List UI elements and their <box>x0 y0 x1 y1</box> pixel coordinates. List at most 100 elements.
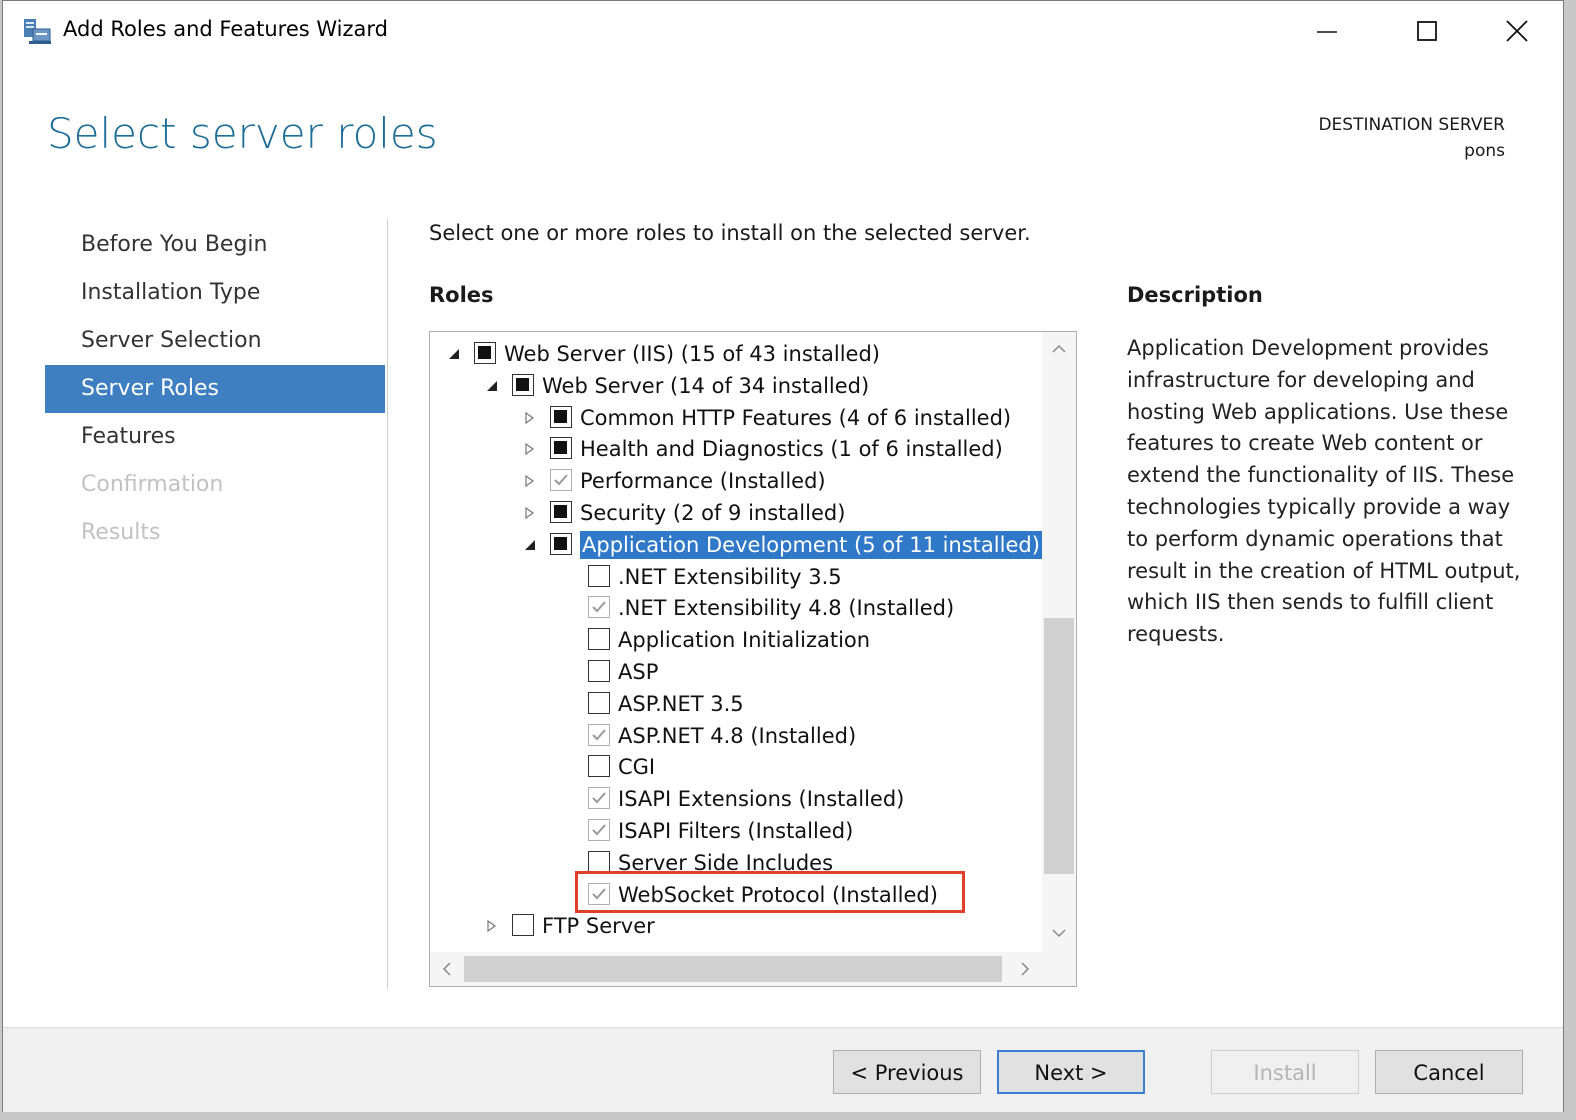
checkbox[interactable] <box>588 596 610 619</box>
destination-server-label: DESTINATION SERVER <box>1318 115 1505 135</box>
expand-arrow-icon[interactable] <box>522 465 538 497</box>
checkbox[interactable] <box>512 914 534 937</box>
tree-row[interactable]: Common HTTP Features (4 of 6 installed) <box>430 402 1050 434</box>
description-text: Application Development provides infrast… <box>1127 336 1521 647</box>
tree-row[interactable]: Web Server (IIS) (15 of 43 installed) <box>430 338 1050 370</box>
tree-row-label[interactable]: ASP.NET 3.5 <box>618 690 744 718</box>
expand-arrow-icon[interactable] <box>522 402 538 434</box>
tree-row-label[interactable]: Security (2 of 9 installed) <box>580 499 845 527</box>
scroll-down-button[interactable] <box>1042 916 1076 950</box>
checkmark-icon <box>592 728 606 741</box>
wizard-nav: Before You Begin Installation Type Server … <box>45 221 385 557</box>
checkbox[interactable] <box>550 501 572 523</box>
vertical-scrollbar[interactable] <box>1042 332 1076 952</box>
nav-divider <box>387 219 388 989</box>
destination-server-value: pons <box>1464 141 1505 161</box>
tree-row-label[interactable]: Health and Diagnostics (1 of 6 installed… <box>580 435 1003 463</box>
tree-row-label[interactable]: Common HTTP Features (4 of 6 installed) <box>580 404 1011 432</box>
scroll-up-button[interactable] <box>1042 332 1076 366</box>
description-label: Description <box>1127 283 1263 307</box>
checkmark-icon <box>592 824 606 836</box>
tree-row[interactable]: Web Server (14 of 34 installed) <box>430 370 1050 402</box>
collapse-arrow-icon[interactable] <box>522 529 538 561</box>
install-button[interactable]: Install <box>1211 1050 1359 1094</box>
scroll-right-button[interactable] <box>1008 952 1042 986</box>
title-bar[interactable]: Add Roles and Features Wizard <box>3 1 1563 63</box>
tree-row-label[interactable]: Web Server (IIS) (15 of 43 installed) <box>504 340 880 368</box>
maximize-button[interactable] <box>1405 9 1449 53</box>
close-icon <box>1506 20 1528 42</box>
tree-row[interactable]: ISAPI Extensions (Installed) <box>430 783 1050 815</box>
checkbox[interactable] <box>588 691 610 714</box>
tree-row-label[interactable]: ISAPI Filters (Installed) <box>618 817 853 845</box>
checkbox[interactable] <box>588 819 610 841</box>
tree-row-label[interactable]: .NET Extensibility 3.5 <box>618 563 842 591</box>
minimize-icon <box>1317 31 1337 33</box>
checkbox[interactable] <box>512 373 534 396</box>
horizontal-scroll-thumb[interactable] <box>464 956 1002 982</box>
nav-item-features[interactable]: Features <box>45 413 385 461</box>
collapse-arrow-icon[interactable] <box>484 370 500 402</box>
tree-row-label[interactable]: Web Server (14 of 34 installed) <box>542 372 869 400</box>
tree-row[interactable]: ASP <box>430 656 1050 688</box>
checkbox[interactable] <box>550 532 572 555</box>
expand-arrow-icon[interactable] <box>522 433 538 465</box>
nav-item-before-you-begin[interactable]: Before You Begin <box>45 221 385 269</box>
chevron-right-icon <box>1021 962 1030 976</box>
checkbox[interactable] <box>588 723 610 746</box>
tree-row-label[interactable]: Application Development (5 of 11 install… <box>580 530 1042 559</box>
minimize-button[interactable] <box>1305 9 1349 53</box>
chevron-left-icon <box>442 962 451 976</box>
cancel-button[interactable]: Cancel <box>1375 1050 1523 1094</box>
tree-row-label[interactable]: CGI <box>618 753 655 781</box>
tree-row-label[interactable]: Application Initialization <box>618 626 870 654</box>
checkmark-icon <box>554 474 568 486</box>
server-manager-icon <box>21 15 53 47</box>
expand-arrow-icon[interactable] <box>484 910 500 942</box>
tree-row[interactable]: .NET Extensibility 3.5 <box>430 561 1050 593</box>
tree-row-label[interactable]: FTP Server <box>542 912 655 940</box>
websocket-highlight-box <box>575 871 965 913</box>
checkbox[interactable] <box>588 628 610 651</box>
tree-row[interactable]: CGI <box>430 751 1050 783</box>
checkbox[interactable] <box>588 660 610 682</box>
checkmark-icon <box>592 601 606 613</box>
tree-row-label[interactable]: Performance (Installed) <box>580 467 826 495</box>
nav-item-server-roles[interactable]: Server Roles <box>45 365 385 413</box>
checkbox[interactable] <box>550 469 572 492</box>
tree-row-label[interactable]: ASP <box>618 658 658 686</box>
checkbox[interactable] <box>550 437 572 460</box>
close-button[interactable] <box>1495 9 1539 53</box>
tree-row[interactable]: ASP.NET 3.5 <box>430 688 1050 720</box>
maximize-icon <box>1417 21 1437 41</box>
chevron-down-icon <box>1052 929 1066 938</box>
checkbox[interactable] <box>550 405 572 428</box>
tree-row[interactable]: Performance (Installed) <box>430 465 1050 497</box>
checkbox[interactable] <box>588 850 610 873</box>
tree-row-label[interactable]: ASP.NET 4.8 (Installed) <box>618 722 856 750</box>
expand-arrow-icon[interactable] <box>522 497 538 529</box>
scroll-left-button[interactable] <box>430 952 464 986</box>
horizontal-scrollbar[interactable] <box>430 952 1076 986</box>
tree-row[interactable]: Application Initialization <box>430 624 1050 656</box>
tree-row[interactable]: .NET Extensibility 4.8 (Installed) <box>430 592 1050 624</box>
vertical-scroll-thumb[interactable] <box>1044 618 1074 874</box>
nav-item-server-selection[interactable]: Server Selection <box>45 317 385 365</box>
tree-row-label[interactable]: .NET Extensibility 4.8 (Installed) <box>618 594 954 622</box>
next-button[interactable]: Next > <box>997 1050 1145 1094</box>
tree-row[interactable]: ISAPI Filters (Installed) <box>430 815 1050 847</box>
checkbox[interactable] <box>588 787 610 810</box>
tree-row-label[interactable]: ISAPI Extensions (Installed) <box>618 785 904 813</box>
tree-row[interactable]: FTP Server <box>430 910 1050 942</box>
tree-row[interactable]: Application Development (5 of 11 install… <box>430 529 1050 561</box>
collapse-arrow-icon[interactable] <box>446 338 462 370</box>
checkbox[interactable] <box>474 342 496 364</box>
tree-row[interactable]: Security (2 of 9 installed) <box>430 497 1050 529</box>
wizard-footer: < Previous Next > Install Cancel <box>3 1027 1563 1112</box>
previous-button[interactable]: < Previous <box>833 1050 981 1094</box>
tree-row[interactable]: Health and Diagnostics (1 of 6 installed… <box>430 433 1050 465</box>
nav-item-installation-type[interactable]: Installation Type <box>45 269 385 317</box>
tree-row[interactable]: ASP.NET 4.8 (Installed) <box>430 720 1050 752</box>
checkbox[interactable] <box>588 755 610 778</box>
checkbox[interactable] <box>588 564 610 587</box>
